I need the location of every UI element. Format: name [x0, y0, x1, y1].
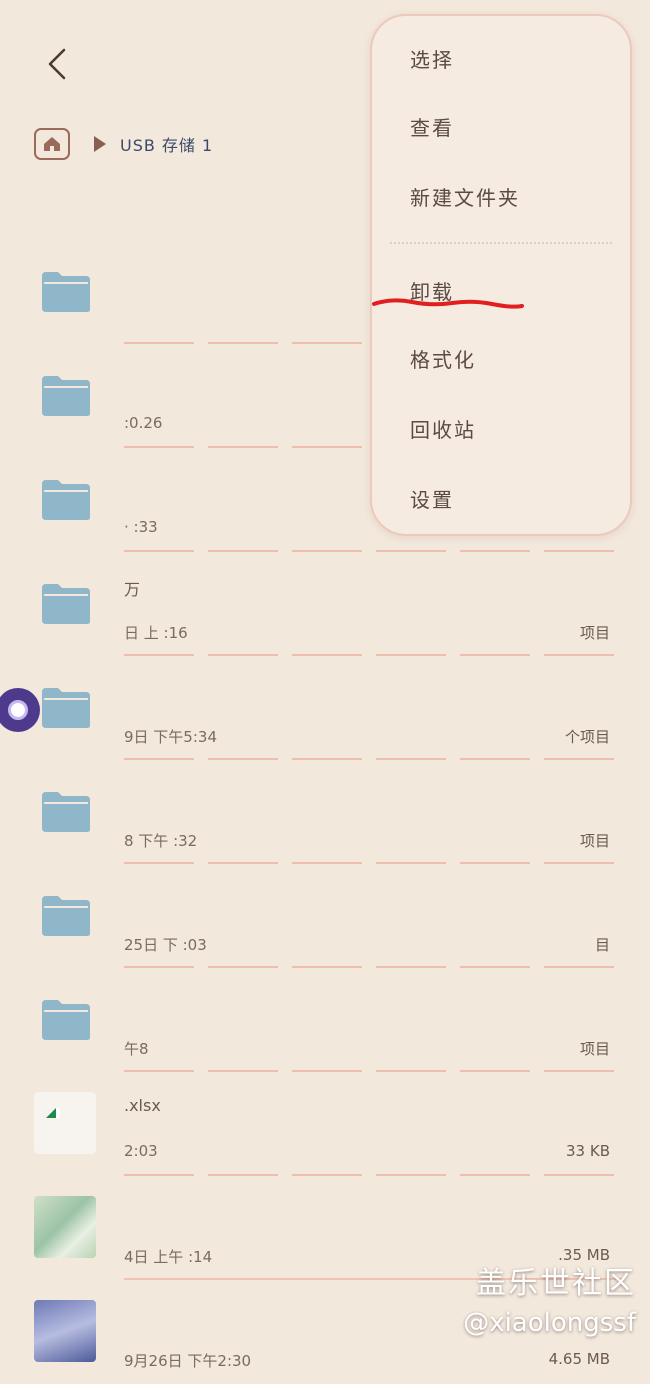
file-size: 项目 [579, 832, 610, 850]
watermark-title: 盖乐世社区 [476, 1266, 636, 1301]
menu-item-settings[interactable]: 设置 [410, 484, 454, 513]
folder-icon [42, 584, 90, 624]
menu-item-recycle-bin[interactable]: 回收站 [410, 414, 476, 443]
file-date: 9日 下午5:34 [124, 728, 217, 746]
folder-icon [42, 376, 90, 416]
list-item[interactable]: 万 日 上 :16 项目 [0, 552, 650, 656]
folder-icon [42, 1000, 90, 1040]
image-thumbnail [34, 1300, 96, 1362]
file-date: 25日 下 :03 [124, 936, 207, 954]
menu-divider [390, 242, 612, 244]
file-date: 4日 上午 :14 [124, 1248, 213, 1266]
file-date: 2:03 [124, 1142, 158, 1160]
overflow-menu: 选择 查看 新建文件夹 卸载 格式化 回收站 设置 [370, 14, 632, 536]
assistant-icon [8, 700, 28, 720]
file-size: 个项目 [564, 728, 610, 746]
back-icon[interactable] [42, 44, 78, 84]
breadcrumb-arrow-icon [94, 136, 106, 152]
file-date: :0.26 [124, 414, 163, 432]
list-item[interactable]: .xlsx 2:03 33 KB [0, 1072, 650, 1176]
menu-item-view[interactable]: 查看 [410, 112, 454, 141]
folder-icon [42, 688, 90, 728]
folder-icon [42, 896, 90, 936]
menu-item-select[interactable]: 选择 [410, 44, 454, 73]
file-size: 4.65 MB [548, 1350, 610, 1368]
list-item[interactable]: 25日 下 :03 目 [0, 864, 650, 968]
breadcrumb: USB 存储 1 [34, 126, 213, 162]
list-item[interactable]: 8 下午 :32 项目 [0, 760, 650, 864]
list-item[interactable]: 午8 项目 [0, 968, 650, 1072]
image-thumbnail [34, 1196, 96, 1258]
folder-icon [42, 272, 90, 312]
file-date: 8 下午 :32 [124, 832, 198, 850]
file-size: 33 KB [566, 1142, 610, 1160]
breadcrumb-label[interactable]: USB 存储 1 [120, 132, 213, 156]
red-underline-annotation [372, 298, 524, 309]
file-date: · :33 [124, 518, 158, 536]
file-size: 项目 [579, 624, 610, 642]
folder-icon [42, 480, 90, 520]
list-item[interactable]: 9日 下午5:34 个项目 [0, 656, 650, 760]
file-date: 9月26日 下午2:30 [124, 1352, 252, 1370]
menu-item-new-folder[interactable]: 新建文件夹 [410, 182, 520, 211]
watermark-handle: @xiaolongssf [463, 1308, 636, 1338]
home-icon[interactable] [34, 128, 70, 160]
file-name: .xlsx [124, 1096, 161, 1115]
menu-item-format[interactable]: 格式化 [410, 344, 476, 373]
folder-icon [42, 792, 90, 832]
file-date: 日 上 :16 [124, 624, 188, 642]
file-name: 万 [124, 580, 141, 599]
watermark: 盖乐世社区 @xiaolongssf [463, 1258, 636, 1338]
spreadsheet-file-icon [34, 1092, 96, 1154]
file-size: 目 [594, 936, 610, 954]
file-date: 午8 [124, 1040, 149, 1058]
file-size: 项目 [579, 1040, 610, 1058]
